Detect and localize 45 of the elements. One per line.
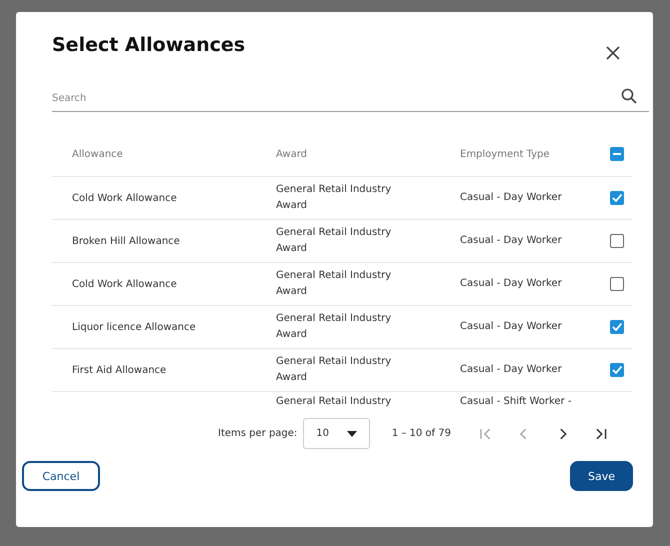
save-button[interactable]: Save [570, 461, 633, 491]
table-cell-text: General Retail Industry [276, 183, 392, 197]
table-cell-text: Award [276, 199, 308, 213]
close-icon[interactable] [606, 46, 620, 60]
items-per-page-label: Items per page: [218, 428, 298, 439]
table-cell-text: General Retail Industry [276, 355, 392, 369]
dialog-title: Select Allowances [52, 34, 246, 56]
row-checkbox[interactable] [610, 363, 624, 377]
table-cell-text: Casual - Day Worker [460, 234, 563, 248]
table-cell-text: Casual - Day Worker [460, 363, 563, 377]
table-cell-text: Casual - Shift Worker - [460, 395, 572, 409]
table-cell-text: General Retail Industry [276, 312, 392, 326]
cancel-button[interactable]: Cancel [22, 461, 100, 491]
table-cell-text: Casual - Day Worker [460, 277, 563, 291]
table-cell-text: General Retail Industry [276, 395, 392, 409]
caret-icon [346, 430, 357, 436]
minus-icon [613, 153, 621, 155]
table-cell: Cold Work Allowance [72, 278, 177, 290]
row-checkbox[interactable] [610, 234, 624, 248]
table-cell: Cold Work Allowance [72, 192, 177, 204]
table-cell-text: General Retail Industry [276, 226, 392, 240]
table-cell: First Aid Allowance [72, 364, 166, 376]
table-cell-text: Award [276, 328, 308, 342]
table-cell: Broken Hill Allowance [72, 236, 180, 246]
row-checkbox[interactable] [610, 277, 624, 291]
table-cell-text: Award [276, 285, 308, 299]
checkmark-icon [612, 366, 622, 374]
table-cell-text: Award [276, 242, 308, 256]
checkmark-icon [612, 323, 622, 331]
checkmark-icon [612, 194, 622, 202]
table-cell-text: Award [276, 371, 308, 385]
column-header: Award [275, 148, 308, 160]
last-page-icon[interactable] [594, 426, 608, 440]
page-size-select[interactable]: 10 [303, 418, 370, 449]
column-header: Allowance [71, 148, 124, 160]
table-cell: Liquor licence Allowance [72, 322, 196, 332]
table-cell-text: General Retail Industry [276, 269, 392, 283]
search-icon[interactable] [621, 88, 637, 104]
row-checkbox[interactable] [610, 191, 624, 205]
select-all-checkbox[interactable] [610, 147, 624, 161]
column-header: Employment Type [459, 148, 551, 160]
row-checkbox[interactable] [610, 320, 624, 334]
table-cell-text: Casual - Day Worker [460, 320, 563, 334]
table-cell-text: Casual - Day Worker [460, 191, 563, 205]
page-range: 1 – 10 of 79 [392, 428, 451, 439]
